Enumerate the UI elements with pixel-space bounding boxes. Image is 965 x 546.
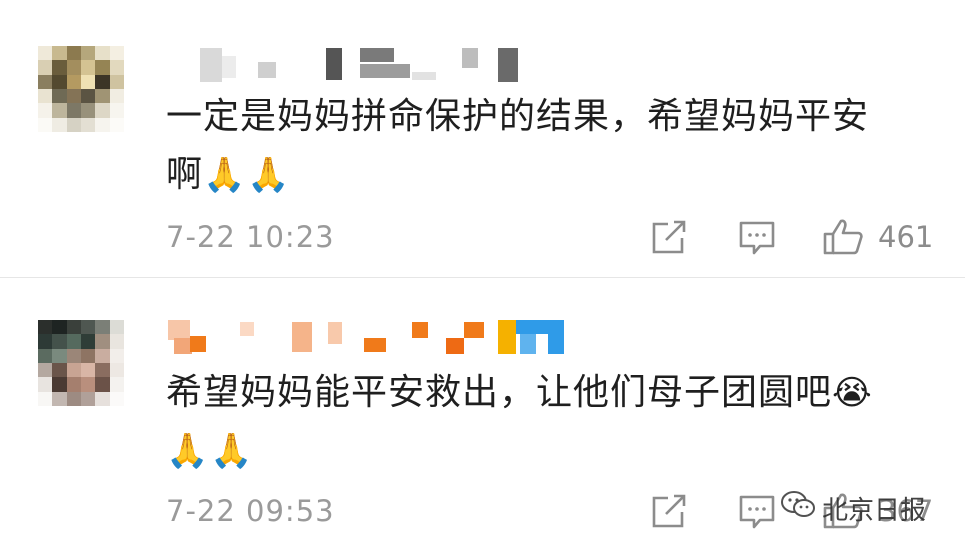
username-redacted[interactable] xyxy=(200,44,520,82)
crying-face-emoji: 😭 xyxy=(832,373,874,413)
source-watermark: 北京日报 xyxy=(780,488,926,528)
share-icon[interactable] xyxy=(650,494,688,534)
comment-icon[interactable] xyxy=(738,220,776,260)
praying-hands-emoji: 🙏🙏 xyxy=(166,431,255,471)
comment-icon[interactable] xyxy=(738,494,776,534)
comment-text: 希望妈妈能平安救出，让他们母子团圆吧😭 🙏🙏 xyxy=(166,364,926,480)
share-icon[interactable] xyxy=(650,220,688,260)
comment-item: 一定是妈妈拼命保护的结果，希望妈妈平安 啊🙏🙏 7-22 10:23 461 xyxy=(0,0,965,278)
thumbs-up-icon[interactable] xyxy=(822,218,864,260)
like-count: 461 xyxy=(878,220,934,254)
watermark-text: 北京日报 xyxy=(822,495,927,526)
praying-hands-emoji: 🙏🙏 xyxy=(203,155,292,195)
comment-timestamp: 7-22 09:53 xyxy=(166,494,335,528)
comment-text: 一定是妈妈拼命保护的结果，希望妈妈平安 啊🙏🙏 xyxy=(166,88,926,204)
avatar[interactable] xyxy=(38,46,124,132)
comment-timestamp: 7-22 10:23 xyxy=(166,220,335,254)
comment-text-content: 希望妈妈能平安救出，让他们母子团圆吧 xyxy=(166,372,833,413)
username-redacted[interactable] xyxy=(168,318,568,354)
wechat-icon xyxy=(780,490,816,527)
avatar[interactable] xyxy=(38,320,124,406)
